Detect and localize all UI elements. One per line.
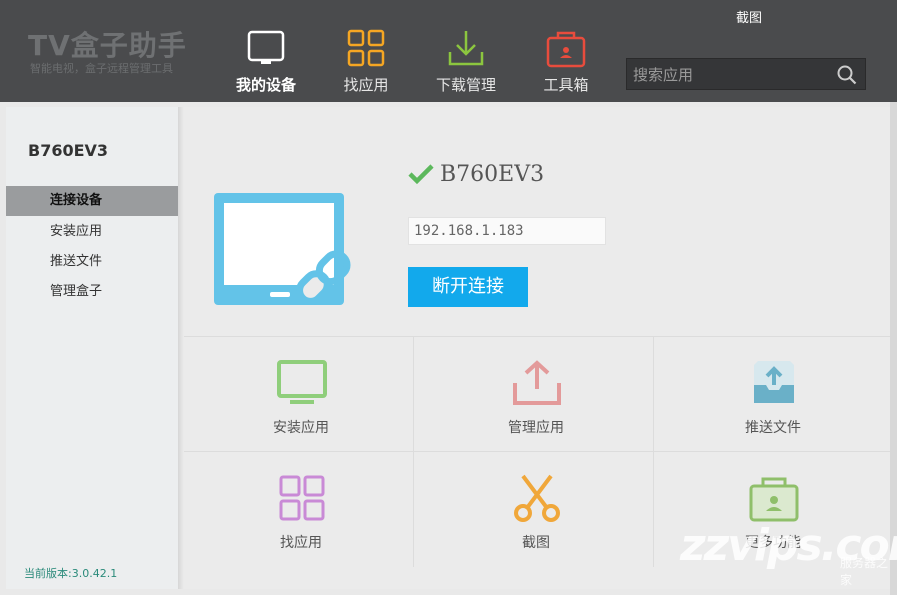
tile-grid-divider: [653, 337, 654, 567]
tile-label: 截图: [522, 535, 550, 551]
tile-label: 安装应用: [273, 420, 329, 436]
sidebar-device-name: B760EV3: [28, 141, 109, 160]
connected-device-name: B760EV3: [440, 162, 545, 187]
disconnect-button[interactable]: 断开连接: [408, 267, 528, 307]
tile-label: 管理应用: [508, 420, 564, 436]
tile-screenshot[interactable]: 截图: [419, 454, 653, 566]
sidebar-item-push-files[interactable]: 推送文件: [6, 247, 178, 277]
scissors-icon: [514, 474, 560, 522]
nav-label: 我的设备: [235, 76, 296, 94]
connected-check-icon: [408, 164, 434, 185]
tv-connected-illustration: [214, 193, 351, 305]
nav-toolbox[interactable]: 工具箱: [521, 28, 611, 98]
monitor-icon: [277, 360, 327, 404]
tile-manage-apps[interactable]: 管理应用: [419, 339, 653, 451]
app-subtitle: 智能电视，盒子远程管理工具: [30, 62, 173, 75]
toolbox-icon: [749, 477, 799, 522]
nav-label: 找应用: [343, 76, 389, 94]
tile-grid-divider: [184, 451, 890, 452]
tv-icon: [247, 30, 285, 64]
inbox-upload-icon: [754, 361, 794, 403]
tile-install-apps[interactable]: 安装应用: [184, 339, 418, 451]
search-box: [626, 58, 866, 90]
sidebar-item-connect-device[interactable]: 连接设备: [6, 186, 178, 216]
tile-label: 找应用: [280, 535, 322, 551]
upload-icon: [513, 360, 561, 405]
watermark-tag: 服务器之家: [840, 556, 889, 587]
app-title: TV盒子助手: [28, 29, 187, 62]
tile-push-files[interactable]: 推送文件: [656, 339, 890, 451]
nav-my-devices[interactable]: 我的设备: [221, 28, 311, 98]
toolbox-icon: [546, 31, 586, 68]
sidebar-item-manage-box[interactable]: 管理盒子: [6, 277, 178, 307]
tile-find-apps[interactable]: 找应用: [184, 454, 418, 566]
sidebar-item-install-apps[interactable]: 安装应用: [6, 217, 178, 247]
version-label: 当前版本:3.0.42.1: [24, 567, 118, 580]
grid-icon: [347, 29, 385, 67]
nav-label: 工具箱: [543, 76, 589, 94]
nav-download-manager[interactable]: 下载管理: [421, 28, 511, 98]
download-icon: [448, 31, 484, 66]
grid-icon: [279, 475, 325, 521]
nav-find-apps[interactable]: 找应用: [321, 28, 411, 98]
device-ip-field: 192.168.1.183: [408, 217, 606, 245]
screenshot-link[interactable]: 截图: [736, 7, 762, 26]
title-bar: TV盒子助手 智能电视，盒子远程管理工具 截图 我的设备 找应用 下载管理 工具…: [0, 0, 897, 102]
nav-label: 下载管理: [435, 76, 496, 94]
search-icon[interactable]: [837, 65, 857, 85]
tile-grid-divider: [184, 336, 890, 337]
main-panel: B760EV3 192.168.1.183 断开连接 安装应用 管理应用 推送文…: [184, 107, 890, 589]
sidebar: B760EV3 连接设备 安装应用 推送文件 管理盒子 当前版本:3.0.42.…: [6, 107, 179, 589]
tile-label: 推送文件: [745, 420, 801, 436]
search-input[interactable]: [631, 61, 835, 89]
